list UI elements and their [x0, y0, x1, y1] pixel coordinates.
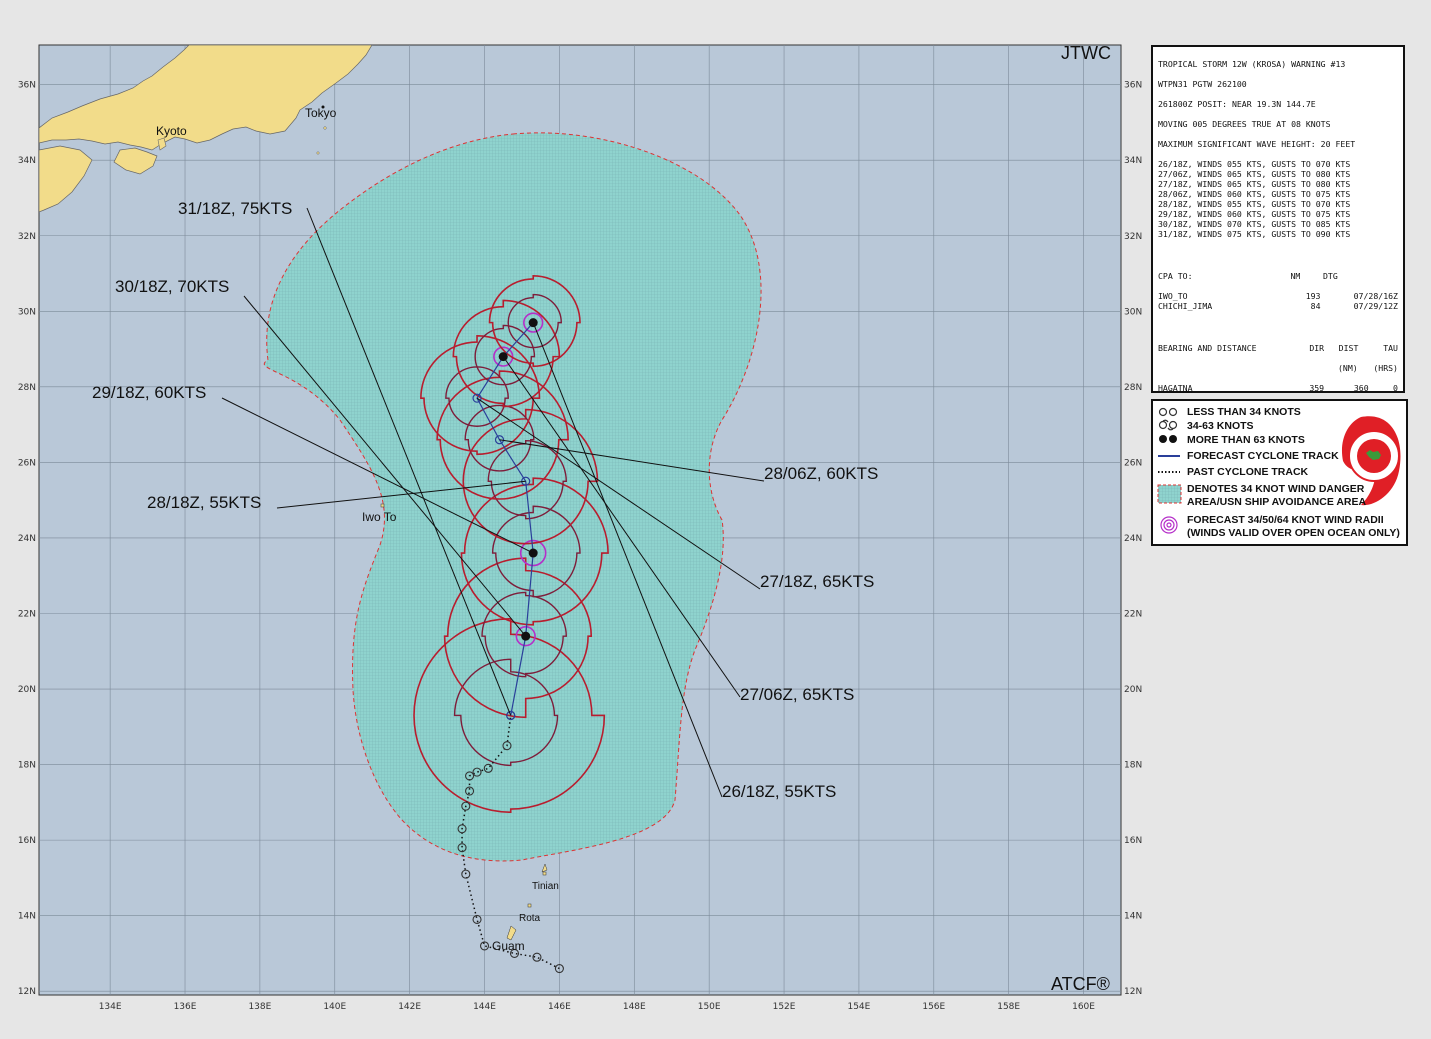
lat-tick-label-right: 26N: [1124, 458, 1142, 468]
lon-tick-label: 154E: [847, 1002, 870, 1012]
place-kyoto: Kyoto: [156, 124, 187, 138]
legend-more-than-63: MORE THAN 63 KNOTS: [1187, 434, 1305, 446]
lon-tick-label: 156E: [922, 1002, 945, 1012]
bd-units: (NM) (HRS): [1338, 363, 1398, 373]
34-63-knot-icon: [1158, 419, 1178, 431]
forecast-label: 28/18Z, 55KTS: [147, 493, 261, 512]
lat-tick-label-right: 36N: [1124, 81, 1142, 91]
lon-tick-label: 160E: [1072, 1002, 1095, 1012]
lat-tick-label-left: 32N: [18, 232, 36, 242]
lat-tick-label-left: 34N: [18, 156, 36, 166]
danger-area-icon: [1157, 484, 1182, 504]
lat-tick-label-left: 18N: [18, 761, 36, 771]
forecast-line: 29/18Z, WINDS 060 KTS, GUSTS TO 075 KTS: [1158, 209, 1351, 219]
place-iwo-to: Iwo To: [362, 510, 397, 524]
cpa-header: CPA TO: NM DTG: [1158, 271, 1338, 281]
legend-wind-radii-line2: (WINDS VALID OVER OPEN OCEAN ONLY): [1187, 527, 1400, 539]
lat-tick-label-right: 18N: [1124, 761, 1142, 771]
legend-34-63: 34-63 KNOTS: [1187, 420, 1254, 432]
warning-title: TROPICAL STORM 12W (KROSA) WARNING #13: [1158, 59, 1346, 69]
lat-tick-label-left: 12N: [18, 987, 36, 997]
lat-tick-label-left: 16N: [18, 836, 36, 846]
lon-tick-label: 150E: [698, 1002, 721, 1012]
lat-tick-label-right: 14N: [1124, 912, 1142, 922]
legend-forecast-track: FORECAST CYCLONE TRACK: [1187, 450, 1339, 462]
lon-tick-label: 146E: [548, 1002, 571, 1012]
lat-tick-label-right: 32N: [1124, 232, 1142, 242]
lat-tick-label-left: 26N: [18, 458, 36, 468]
warning-wave: MAXIMUM SIGNIFICANT WAVE HEIGHT: 20 FEET: [1158, 139, 1356, 149]
forecast-label: 27/06Z, 65KTS: [740, 685, 854, 704]
forecast-label: 31/18Z, 75KTS: [178, 199, 292, 218]
place-rota: Rota: [519, 913, 541, 924]
forecast-list: 26/18Z, WINDS 055 KTS, GUSTS TO 070 KTS 2…: [1158, 159, 1398, 239]
lat-tick-label-right: 28N: [1124, 383, 1142, 393]
bd-header: BEARING AND DISTANCE DIR DIST TAU: [1158, 343, 1398, 353]
warning-moving: MOVING 005 DEGREES TRUE AT 08 KNOTS: [1158, 119, 1331, 129]
lon-tick-label: 134E: [99, 1002, 122, 1012]
bearing-distance-row: HAGATNA 359 360 0: [1158, 383, 1398, 393]
forecast-label: 30/18Z, 70KTS: [115, 277, 229, 296]
lat-tick-label-right: 30N: [1124, 307, 1142, 317]
forecast-label: 29/18Z, 60KTS: [92, 383, 206, 402]
legend-danger-area-line2: AREA/USN SHIP AVOIDANCE AREA: [1187, 496, 1367, 508]
less-than-34-icon: [1158, 407, 1178, 417]
lat-tick-label-left: 30N: [18, 307, 36, 317]
lon-tick-label: 140E: [323, 1002, 346, 1012]
lon-tick-label: 142E: [398, 1002, 421, 1012]
lat-tick-label-left: 20N: [18, 685, 36, 695]
legend-less-than-34: LESS THAN 34 KNOTS: [1187, 406, 1301, 418]
forecast-line: 26/18Z, WINDS 055 KTS, GUSTS TO 070 KTS: [1158, 159, 1351, 169]
forecast-line: 27/18Z, WINDS 065 KTS, GUSTS TO 080 KTS: [1158, 179, 1351, 189]
bearing-distance-list: HAGATNA3593600AGRIHAN298640ALAMAGAN32912…: [1158, 383, 1398, 393]
warning-id: WTPN31 PGTW 262100: [1158, 79, 1247, 89]
lat-tick-label-left: 28N: [18, 383, 36, 393]
lat-tick-label-left: 24N: [18, 534, 36, 544]
lon-tick-label: 138E: [248, 1002, 271, 1012]
place-guam: Guam: [492, 939, 525, 953]
lat-tick-label-right: 34N: [1124, 156, 1142, 166]
cpa-row: CHICHI_JIMA 84 07/29/12Z: [1158, 301, 1398, 311]
forecast-label: 28/06Z, 60KTS: [764, 464, 878, 483]
legend: LESS THAN 34 KNOTS 34-63 KNOTS MORE THAN…: [1151, 399, 1408, 546]
cpa-list: IWO_TO 193 07/28/16Z CHICHI_JIMA 84 07/29/12Z: [1158, 291, 1398, 311]
forecast-line: 28/06Z, WINDS 060 KTS, GUSTS TO 075 KTS: [1158, 189, 1351, 199]
atcf-label: ATCF®: [1051, 974, 1110, 994]
forecast-line: 28/18Z, WINDS 055 KTS, GUSTS TO 070 KTS: [1158, 199, 1351, 209]
lon-tick-label: 144E: [473, 1002, 496, 1012]
forecast-line: 30/18Z, WINDS 070 KTS, GUSTS TO 085 KTS: [1158, 219, 1351, 229]
lat-tick-label-right: 24N: [1124, 534, 1142, 544]
legend-past-track: PAST CYCLONE TRACK: [1187, 466, 1309, 478]
warning-text-panel: TROPICAL STORM 12W (KROSA) WARNING #13 W…: [1151, 45, 1405, 393]
more-than-63-knot-icon: [1159, 435, 1177, 443]
legend-wind-radii: FORECAST 34/50/64 KNOT WIND RADII: [1187, 514, 1384, 526]
legend-danger-area: DENOTES 34 KNOT WIND DANGER: [1187, 483, 1365, 495]
jtwc-label: JTWC: [1061, 43, 1111, 63]
place-tinian: Tinian: [532, 881, 559, 892]
cpa-row: IWO_TO 193 07/28/16Z: [1158, 291, 1398, 301]
wind-radii-icon: [1160, 516, 1178, 534]
lon-tick-label: 158E: [997, 1002, 1020, 1012]
forecast-label: 27/18Z, 65KTS: [760, 572, 874, 591]
forecast-label: 26/18Z, 55KTS: [722, 782, 836, 801]
lat-tick-label-right: 20N: [1124, 685, 1142, 695]
lon-tick-label: 148E: [623, 1002, 646, 1012]
lat-tick-label-right: 22N: [1124, 609, 1142, 619]
lat-tick-label-left: 14N: [18, 912, 36, 922]
forecast-line: 27/06Z, WINDS 065 KTS, GUSTS TO 080 KTS: [1158, 169, 1351, 179]
lon-tick-label: 152E: [773, 1002, 796, 1012]
lat-tick-label-left: 36N: [18, 81, 36, 91]
lat-tick-label-right: 16N: [1124, 836, 1142, 846]
forecast-line: 31/18Z, WINDS 075 KTS, GUSTS TO 090 KTS: [1158, 229, 1351, 239]
place-tokyo: Tokyo: [305, 106, 337, 120]
lat-tick-label-left: 22N: [18, 609, 36, 619]
warning-posit: 261800Z POSIT: NEAR 19.3N 144.7E: [1158, 99, 1316, 109]
lat-tick-label-right: 12N: [1124, 987, 1142, 997]
lon-tick-label: 136E: [174, 1002, 197, 1012]
